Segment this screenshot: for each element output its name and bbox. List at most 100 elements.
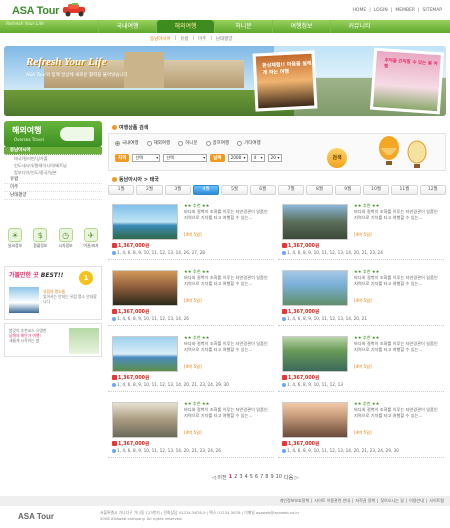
day-select[interactable]: 20	[267, 154, 282, 162]
month-tab-12[interactable]: 12월	[419, 185, 446, 195]
radio-option-4[interactable]: 기타여행	[237, 140, 261, 146]
quick-icon-item-0[interactable]: ☀ 날씨정보	[4, 228, 26, 249]
tour-card[interactable]: ★★ 추천 ★★ 바다와 절벽이 조화를 이루는 자연경관이 일품인 지역으로 기…	[278, 266, 444, 326]
month-tab-3[interactable]: 3월	[164, 185, 191, 195]
promo-box[interactable]: 봄맞이 추천코스 유명한 남해의 해안가 여행! 새롭게 시작하는 봄	[4, 323, 102, 357]
tour-image[interactable]	[282, 336, 348, 372]
radio-circle-icon[interactable]	[178, 140, 184, 146]
logo[interactable]: ASA Tour	[12, 5, 59, 17]
nav-item-4[interactable]: 커뮤니티	[330, 20, 388, 33]
footer-link-10[interactable]: 사이트맵	[429, 496, 444, 506]
subnav-item-2[interactable]: 유럽	[180, 36, 188, 42]
pager-page-2[interactable]: 2	[234, 474, 237, 481]
month-tab-9[interactable]: 9월	[334, 185, 361, 195]
subnav-item-0[interactable]: 동남아시아	[150, 36, 171, 42]
top-link-sitemap[interactable]: SITEMAP	[423, 8, 442, 13]
banner-photo-2[interactable]: 추억을 간직할 수 있는 봄 여행	[369, 47, 445, 115]
banner-photo-1[interactable]: 환상체험!! 마음을 설레게 하는 여행	[252, 50, 318, 112]
radio-option-1[interactable]: 해외여행	[146, 140, 170, 146]
tour-dates-value: 1, 4, 6, 8, 9, 10, 11, 12, 13, 14, 20, 2…	[287, 250, 383, 255]
top-link-member[interactable]: MEMBER	[395, 8, 415, 13]
nav-item-0[interactable]: 국내여행	[98, 20, 156, 33]
tour-card[interactable]: ★★ 추천 ★★ 바다와 절벽이 조화를 이루는 자연경관이 일품인 지역으로 기…	[108, 332, 274, 392]
sidebar-item-3[interactable]: 남태평양	[4, 192, 102, 200]
nav-item-3[interactable]: 여행정보	[272, 20, 330, 33]
month-tab-4[interactable]: 4월	[192, 185, 220, 195]
pager-page-5[interactable]: 5	[250, 474, 253, 481]
region-select-1[interactable]: 선택	[132, 154, 161, 162]
tour-card[interactable]: ★★ 추천 ★★ 바다와 절벽이 조화를 이루는 자연경관이 일품인 지역으로 기…	[108, 398, 274, 458]
pager-next-button[interactable]: 다음 ▷	[284, 474, 299, 481]
pager-prev-button[interactable]: ◁ 이전	[212, 474, 227, 481]
month-tab-7[interactable]: 7월	[277, 185, 305, 195]
nav-item-1[interactable]: 해외여행	[156, 20, 214, 33]
pager-page-4[interactable]: 4	[245, 474, 248, 481]
tour-card[interactable]: ★★ 추천 ★★ 바다와 절벽이 조화를 이루는 자연경관이 일품인 지역으로 기…	[108, 266, 274, 326]
tour-card[interactable]: ★★ 추천 ★★ 바다와 절벽이 조화를 이루는 자연경관이 일품인 지역으로 기…	[278, 398, 444, 458]
pager-page-3[interactable]: 3	[239, 474, 242, 481]
sidebar-item-1[interactable]: 유럽	[4, 176, 102, 184]
footer-link-0[interactable]: 개인정보보호정책	[280, 496, 309, 506]
tour-dates: 1, 4, 6, 8, 9, 10, 11, 12, 13, 14, 26, 2…	[112, 250, 205, 255]
month-tab-1[interactable]: 1월	[108, 185, 135, 195]
tour-image[interactable]	[112, 402, 178, 438]
month-tab-10[interactable]: 10월	[362, 185, 390, 195]
radio-circle-icon[interactable]	[115, 140, 120, 146]
month-tab-2[interactable]: 2월	[136, 185, 163, 195]
footer-link-4[interactable]: 저작권 정책	[355, 496, 375, 506]
radio-circle-icon[interactable]	[205, 140, 211, 146]
pager-page-1[interactable]: 1	[229, 474, 232, 481]
month-tab-11[interactable]: 11월	[391, 185, 418, 195]
pager-page-6[interactable]: 6	[255, 474, 258, 481]
sidebar-item-2[interactable]: 미주	[4, 184, 102, 192]
best-place-box[interactable]: 가볼만한 곳 BEST!! 1 유럽의 명소들 잊어서는 안되는 유럽 명소 안내…	[4, 266, 102, 320]
travel-type-radios: 국내여행 해외여행 허니문 골프여행 기타여행	[115, 140, 261, 146]
quick-icon-item-1[interactable]: $ 환율정보	[29, 228, 51, 249]
radio-option-0[interactable]: 국내여행	[115, 140, 139, 146]
pager-page-10[interactable]: 10	[276, 474, 282, 481]
top-link-login[interactable]: LOGIN	[374, 8, 388, 13]
best-place-image[interactable]	[9, 287, 39, 313]
month-tab-8[interactable]: 8월	[306, 185, 333, 195]
tour-card[interactable]: ★★ 추천 ★★ 바다와 절벽이 조화를 이루는 자연경관이 일품인 지역으로 기…	[108, 200, 274, 260]
tour-image[interactable]	[282, 402, 348, 438]
tour-image[interactable]	[112, 336, 178, 372]
radio-circle-icon[interactable]	[237, 140, 243, 146]
quick-icon-label: 환율정보	[33, 243, 48, 248]
footer-link-8[interactable]: 이용안내	[409, 496, 424, 506]
tour-image[interactable]	[282, 204, 348, 240]
quick-icon-item-3[interactable]: ✈ 여권/비자	[80, 228, 102, 249]
tour-card[interactable]: ★★ 추천 ★★ 바다와 절벽이 조화를 이루는 자연경관이 일품인 지역으로 기…	[278, 200, 444, 260]
pager-page-8[interactable]: 8	[265, 474, 268, 481]
sidebar-subitem-0[interactable]: 태국/필리핀/싱가폴	[4, 155, 102, 162]
month-select[interactable]: 4	[250, 154, 265, 162]
footer-link-6[interactable]: 찾아오시는 길	[380, 496, 403, 506]
footer-link-2[interactable]: 사이트 이용관련 안내	[314, 496, 350, 506]
search-button[interactable]: 검색	[327, 148, 347, 168]
top-link-home[interactable]: HOME	[353, 8, 367, 13]
subnav-item-4[interactable]: 미주	[198, 36, 206, 42]
pager-page-9[interactable]: 9	[270, 474, 273, 481]
sidebar-subitem-1[interactable]: 인도네시아/말레이시아/베트남	[4, 162, 102, 169]
nav-item-2[interactable]: 허니문	[214, 20, 272, 33]
subnav-item-6[interactable]: 남태평양	[216, 36, 233, 42]
tour-price: 1,367,000원	[112, 374, 149, 381]
pager-page-7[interactable]: 7	[260, 474, 263, 481]
month-tab-6[interactable]: 6월	[249, 185, 276, 195]
sidebar-subitem-2[interactable]: 캄보디아/인도/중국/일본	[4, 169, 102, 176]
year-select[interactable]: 2008	[227, 154, 248, 162]
tour-card[interactable]: ★★ 추천 ★★ 바다와 절벽이 조화를 이루는 자연경관이 일품인 지역으로 기…	[278, 332, 444, 392]
tour-price-value: 1,367,000원	[118, 376, 150, 381]
tour-image[interactable]	[112, 204, 178, 240]
sidebar-item-0[interactable]: 동남아시아	[4, 147, 102, 155]
region-select-2[interactable]: 선택	[163, 154, 208, 162]
promo-image[interactable]	[69, 328, 99, 354]
tour-image[interactable]	[112, 270, 178, 306]
footer-divider: |	[405, 498, 408, 503]
radio-circle-icon[interactable]	[146, 140, 152, 146]
radio-option-3[interactable]: 골프여행	[205, 140, 229, 146]
radio-option-2[interactable]: 허니문	[178, 140, 198, 146]
tour-image[interactable]	[282, 270, 348, 306]
quick-icon-item-2[interactable]: ◷ 시차정보	[55, 228, 77, 249]
month-tab-5[interactable]: 5월	[221, 185, 248, 195]
